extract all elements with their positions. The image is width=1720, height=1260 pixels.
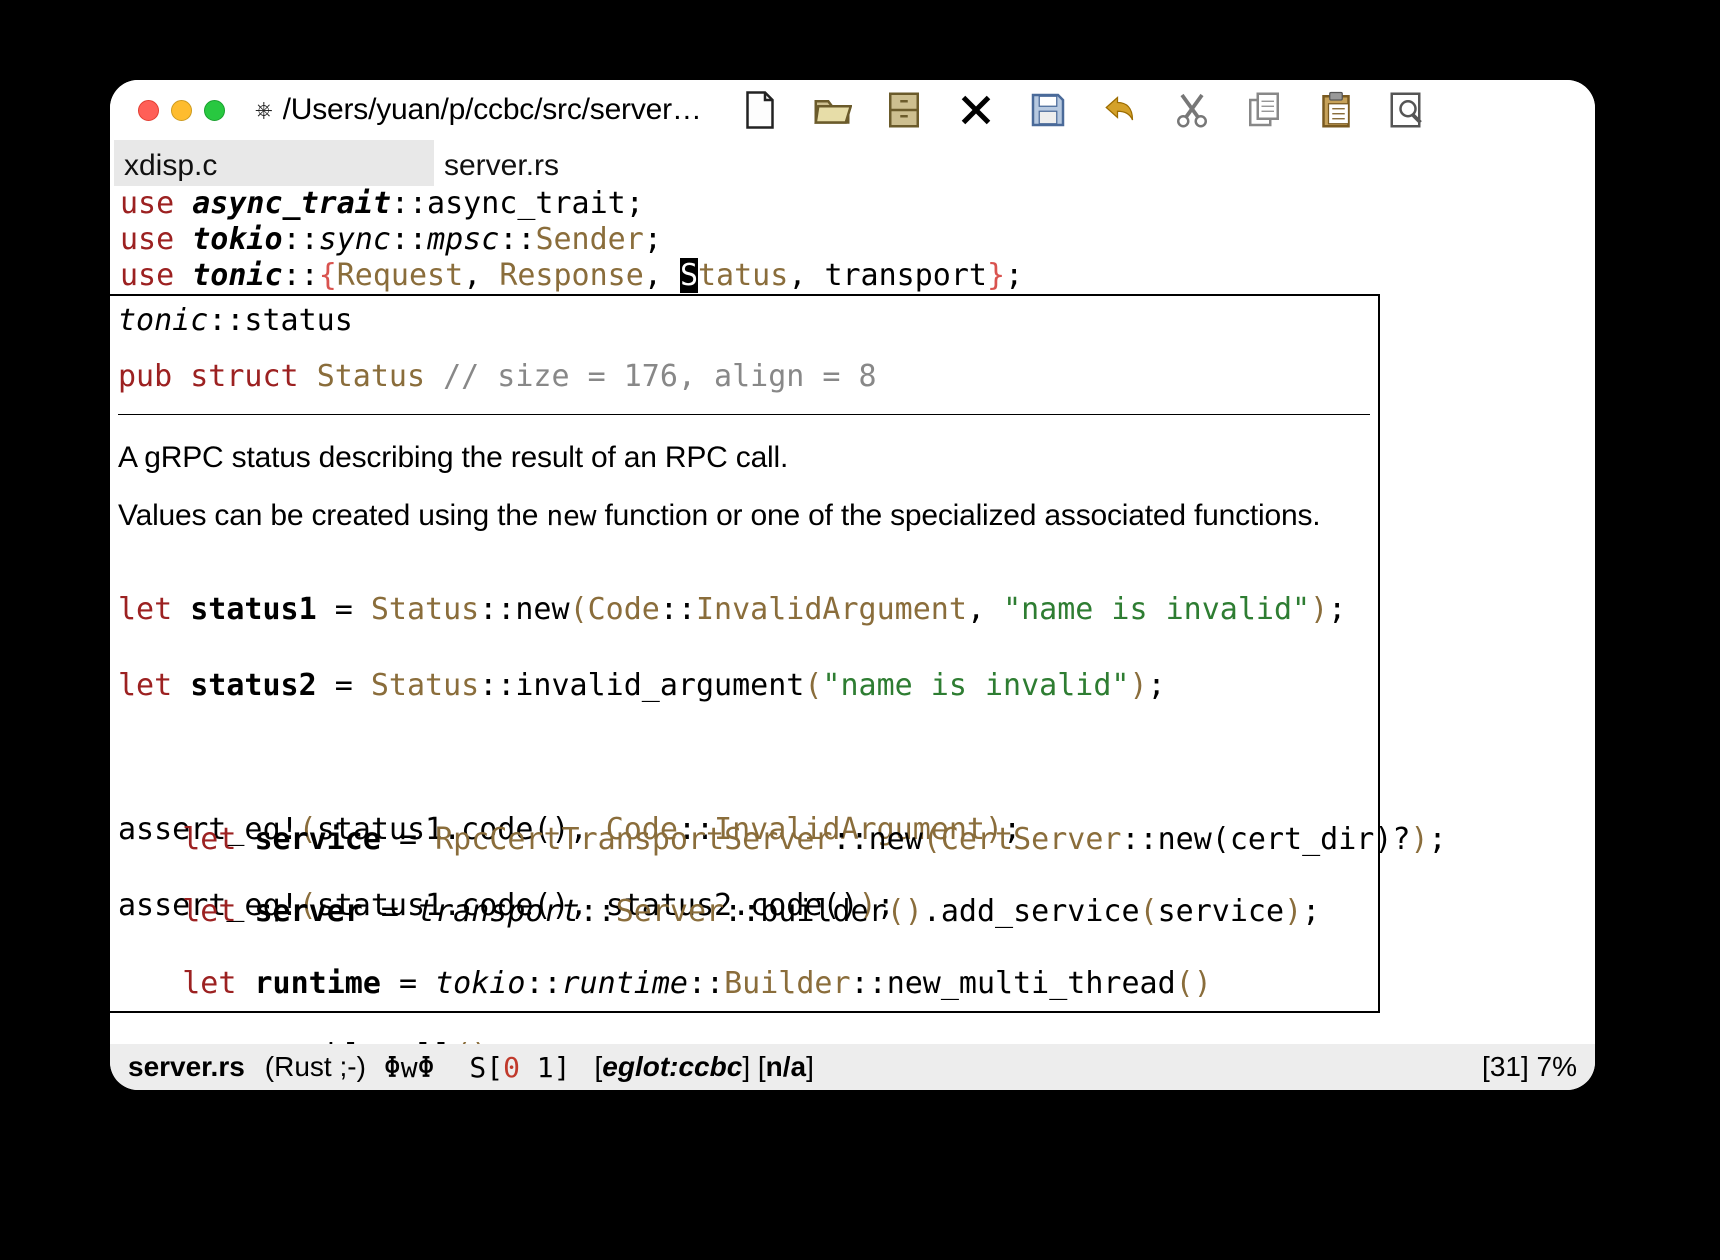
open-folder-icon[interactable] xyxy=(810,88,854,132)
save-icon[interactable] xyxy=(1026,88,1070,132)
modeline-lsp: [eglot:ccbc] [n/a] xyxy=(595,1051,814,1083)
modeline-diagnostics: S[0 1] xyxy=(452,1051,570,1084)
code-block: let service = RpcCertTransportServer::ne… xyxy=(110,786,1447,1044)
close-window-button[interactable] xyxy=(138,100,159,121)
editor-window: ⎈ /Users/yuan/p/ccbc/src/server… xyxy=(110,80,1595,1090)
cut-icon[interactable] xyxy=(1170,88,1214,132)
code-line: use tonic::{Request, Response, Status, t… xyxy=(120,258,1595,294)
vcs-branch-icon: ⎈ xyxy=(255,97,273,123)
traffic-lights xyxy=(138,100,225,121)
modeline-position: [31] 7% xyxy=(1482,1051,1577,1083)
undo-icon[interactable] xyxy=(1098,88,1142,132)
paste-icon[interactable] xyxy=(1314,88,1358,132)
new-file-icon[interactable] xyxy=(738,88,782,132)
popup-description: A gRPC status describing the result of a… xyxy=(118,437,1370,479)
copy-icon[interactable] xyxy=(1242,88,1286,132)
code-line: use tokio::sync::mpsc::Sender; xyxy=(120,222,1595,258)
tab-label: server.rs xyxy=(444,149,559,183)
modeline-major-mode: (Rust ;-) xyxy=(265,1051,366,1083)
search-icon[interactable] xyxy=(1386,88,1430,132)
modeline-filename: server.rs xyxy=(128,1051,245,1083)
minimize-window-button[interactable] xyxy=(171,100,192,121)
tab-label: xdisp.c xyxy=(124,149,217,183)
code-line: use async_trait::async_trait; xyxy=(120,186,1595,222)
tab-server[interactable]: server.rs xyxy=(434,140,754,186)
tab-bar: xdisp.c server.rs xyxy=(110,140,1595,186)
editor-area[interactable]: use async_trait::async_trait; use tokio:… xyxy=(110,186,1595,1044)
toolbar xyxy=(738,88,1430,132)
modeline-state-icon: ΦwΦ xyxy=(384,1051,435,1084)
tab-xdisp[interactable]: xdisp.c xyxy=(114,140,434,186)
zoom-window-button[interactable] xyxy=(204,100,225,121)
titlebar: ⎈ /Users/yuan/p/ccbc/src/server… xyxy=(110,80,1595,140)
text-cursor: S xyxy=(680,258,698,293)
window-title-path: /Users/yuan/p/ccbc/src/server… xyxy=(283,93,702,127)
popup-description: Values can be created using the new func… xyxy=(118,495,1370,537)
close-icon[interactable] xyxy=(954,88,998,132)
modeline: server.rs (Rust ;-) ΦwΦ S[0 1] [eglot:cc… xyxy=(110,1044,1595,1090)
drawer-icon[interactable] xyxy=(882,88,926,132)
